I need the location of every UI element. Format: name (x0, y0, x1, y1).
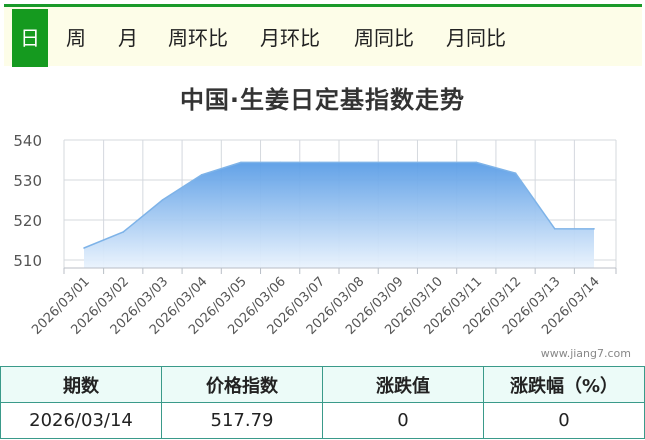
summary-header-row: 期数 价格指数 涨跌值 涨跌幅（%） (0, 366, 645, 403)
data-point (397, 161, 399, 164)
series-area (84, 162, 594, 268)
data-point (200, 174, 203, 176)
header-price-index: 价格指数 (161, 366, 323, 403)
data-point (318, 161, 321, 164)
summary-data-row: 2026/03/14 517.79 0 0 (0, 402, 645, 439)
y-tick-label: 510 (13, 252, 42, 270)
data-point (279, 161, 281, 164)
data-point (553, 228, 556, 230)
header-change-percent: 涨跌幅（%） (483, 366, 645, 403)
data-point (475, 161, 478, 164)
watermark: www.jiang7.com (540, 347, 631, 360)
header-period: 期数 (0, 366, 162, 403)
cell-change-value: 0 (322, 402, 484, 439)
index-trend-chart: 510520530540 2026/03/012026/03/022026/03… (13, 132, 617, 338)
y-tick-label: 540 (13, 132, 42, 150)
data-point (161, 199, 164, 201)
y-tick-label: 520 (13, 212, 42, 230)
data-point (436, 161, 438, 164)
summary-table: 期数 价格指数 涨跌值 涨跌幅（%） 2026/03/14 517.79 0 0 (0, 366, 645, 439)
data-point (357, 161, 360, 164)
cell-change-percent: 0 (483, 402, 645, 439)
cell-period: 2026/03/14 (0, 402, 162, 439)
data-point (593, 228, 595, 230)
y-tick-label: 530 (13, 172, 42, 190)
data-point (122, 231, 125, 233)
data-point (83, 247, 85, 249)
data-point (514, 172, 517, 174)
header-change-value: 涨跌值 (322, 366, 484, 403)
data-point (240, 161, 242, 164)
cell-price-index: 517.79 (161, 402, 323, 439)
